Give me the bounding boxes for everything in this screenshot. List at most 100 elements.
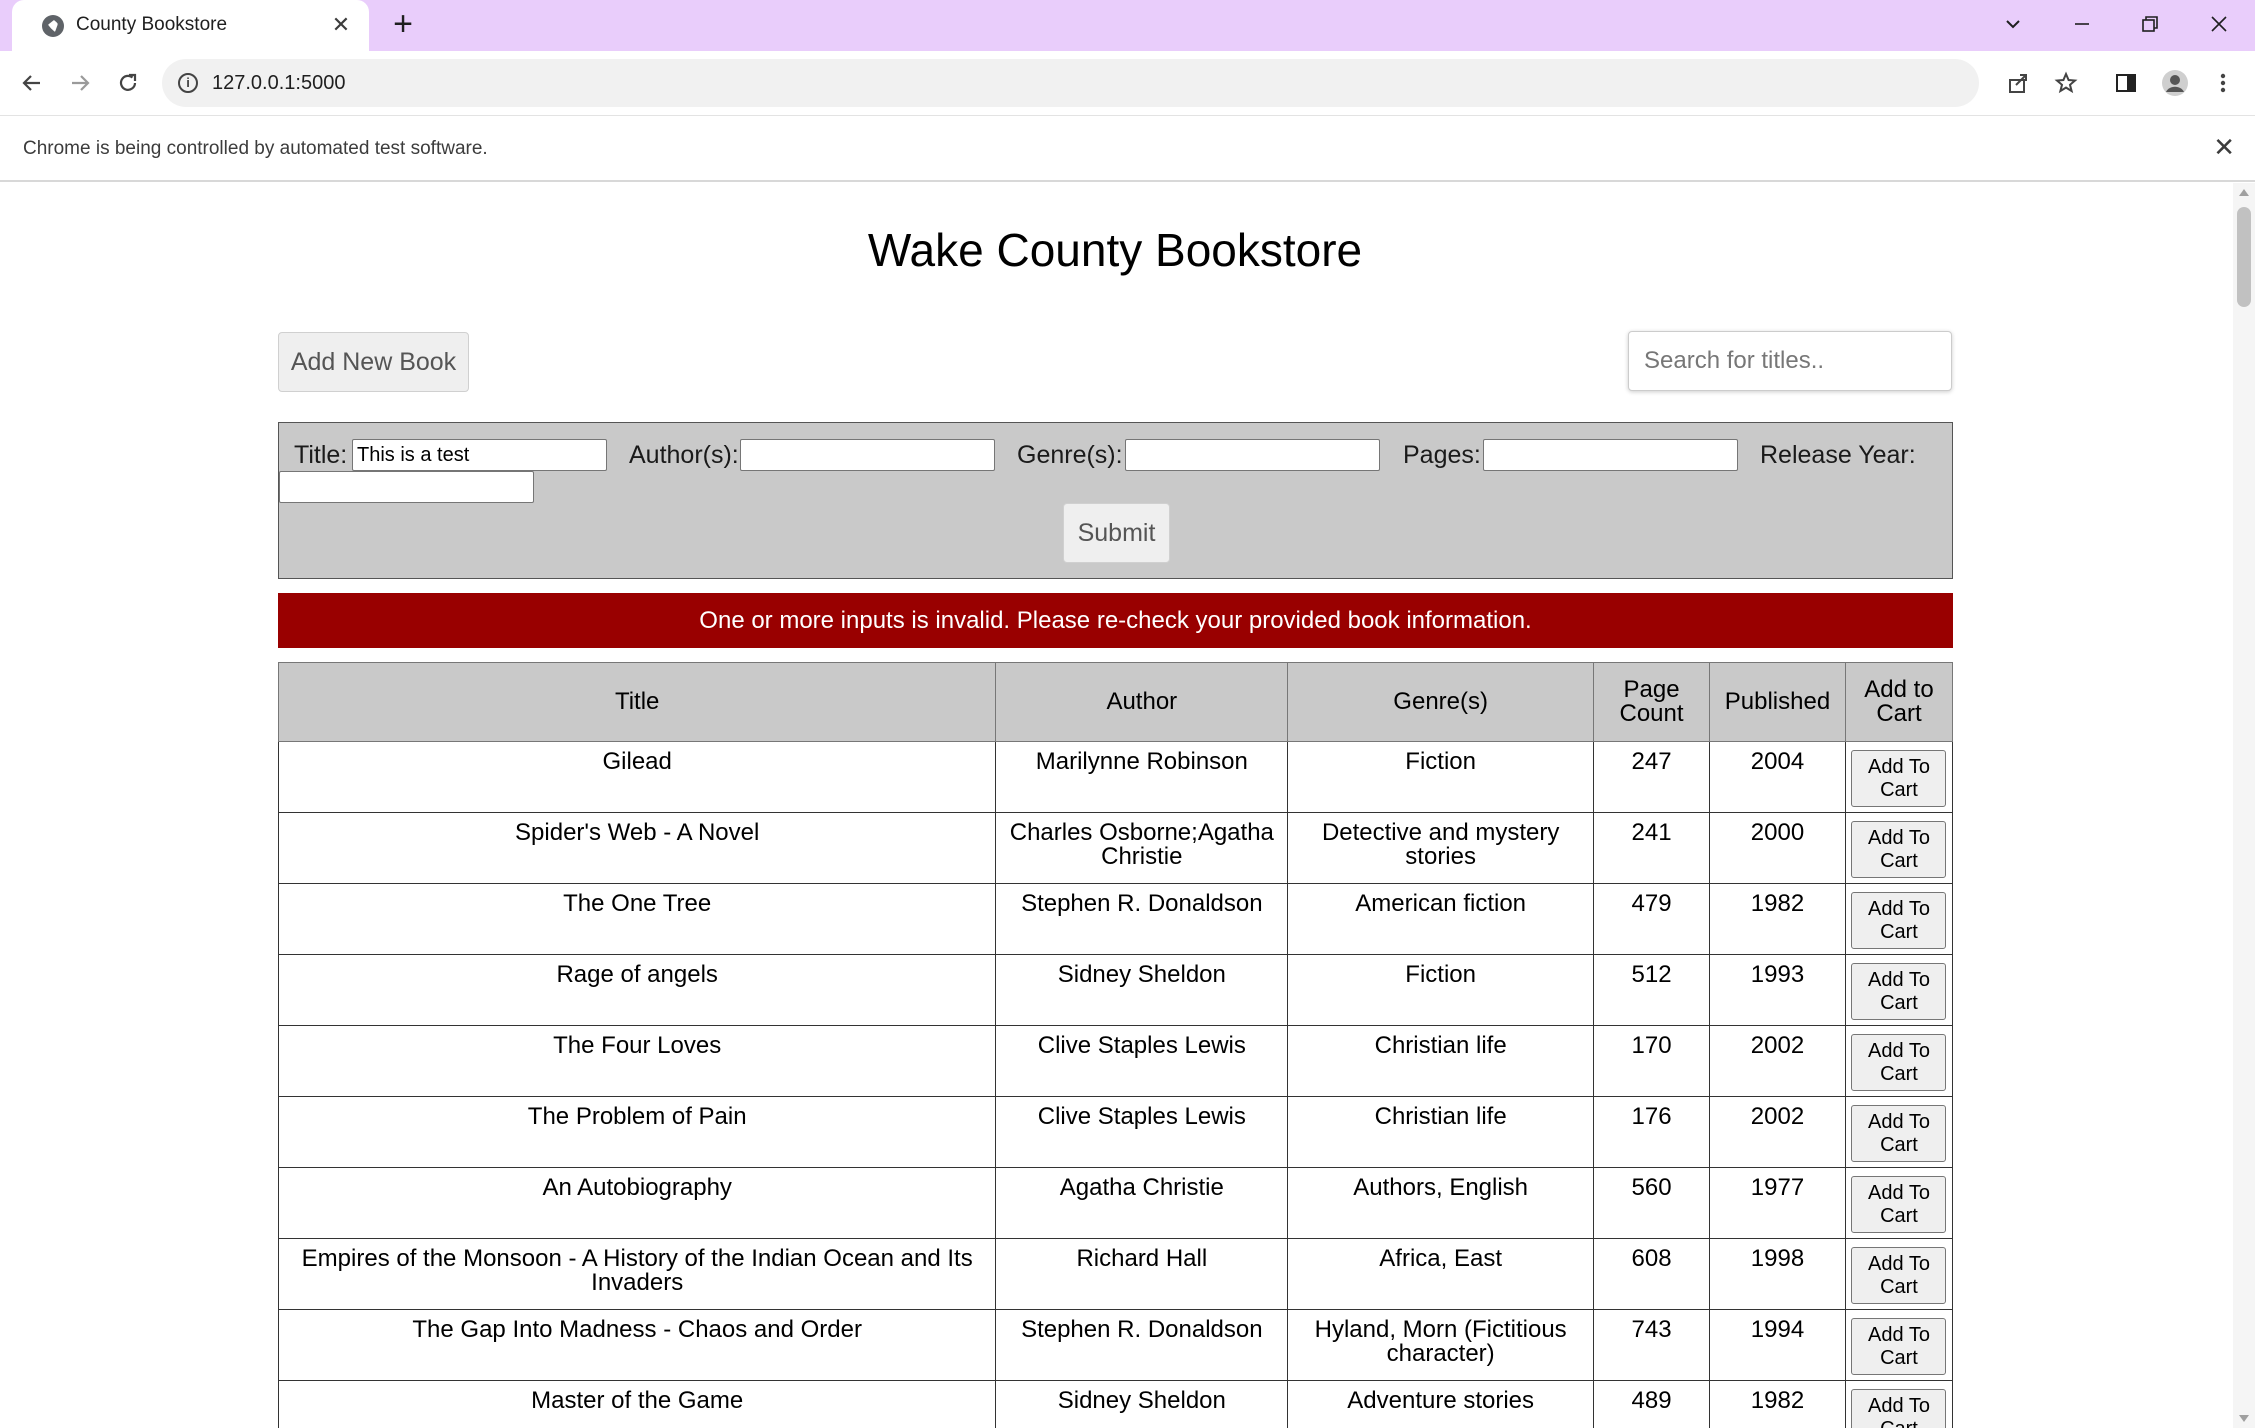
genres-field[interactable] [1125, 439, 1380, 471]
cell-published: 1994 [1709, 1309, 1846, 1381]
restore-icon[interactable] [2128, 4, 2172, 44]
cell-genre: American fiction [1287, 883, 1595, 955]
cell-add-to-cart: Add To Cart [1844, 883, 1954, 955]
automation-infobar: Chrome is being controlled by automated … [0, 115, 2255, 182]
table-row: The One Tree Stephen R. Donaldson American… [277, 883, 1954, 955]
cell-published: 1993 [1709, 954, 1846, 1026]
tab-strip: County Bookstore ✕ + [0, 0, 2255, 51]
forward-icon[interactable] [62, 65, 98, 101]
table-row: The Problem of Pain Clive Staples Lewis Ch… [277, 1096, 1954, 1168]
tab-search-icon[interactable] [1991, 4, 2035, 44]
cell-page-count: 560 [1593, 1167, 1710, 1239]
add-to-cart-button[interactable]: Add To Cart [1851, 1105, 1947, 1162]
cell-author: Clive Staples Lewis [995, 1025, 1289, 1097]
cell-published: 2004 [1709, 741, 1846, 813]
search-input[interactable] [1628, 331, 1952, 391]
side-panel-icon[interactable] [2108, 65, 2144, 101]
add-to-cart-button[interactable]: Add To Cart [1851, 1176, 1947, 1233]
scroll-up-icon[interactable] [2239, 189, 2249, 196]
cell-page-count: 743 [1593, 1309, 1710, 1381]
scrollbar-thumb[interactable] [2237, 207, 2251, 307]
back-icon[interactable] [14, 65, 50, 101]
header-author[interactable]: Author [995, 662, 1289, 742]
header-published[interactable]: Published [1709, 662, 1846, 742]
cell-published: 1982 [1709, 883, 1846, 955]
cell-genre: Adventure stories [1287, 1380, 1595, 1428]
table-header-row: Title Author Genre(s) Page Count Publish… [277, 662, 1954, 742]
add-new-book-button[interactable]: Add New Book [278, 332, 469, 392]
add-to-cart-button[interactable]: Add To Cart [1851, 1318, 1947, 1375]
cell-page-count: 489 [1593, 1380, 1710, 1428]
cell-add-to-cart: Add To Cart [1844, 1309, 1954, 1381]
browser-toolbar: i 127.0.0.1:5000 [0, 51, 2255, 115]
tab-close-icon[interactable]: ✕ [327, 11, 355, 39]
cell-add-to-cart: Add To Cart [1844, 954, 1954, 1026]
close-window-icon[interactable] [2197, 4, 2241, 44]
cell-add-to-cart: Add To Cart [1844, 1380, 1954, 1428]
header-page-count[interactable]: Page Count [1593, 662, 1710, 742]
cell-title: Empires of the Monsoon - A History of th… [277, 1238, 997, 1310]
pages-field[interactable] [1483, 439, 1738, 471]
release-year-label: Release Year: [1760, 441, 1916, 469]
cell-author: Sidney Sheldon [995, 1380, 1289, 1428]
minimize-icon[interactable] [2060, 4, 2104, 44]
cell-published: 2002 [1709, 1025, 1846, 1097]
table-row: Empires of the Monsoon - A History of th… [277, 1238, 1954, 1310]
pages-label: Pages: [1403, 441, 1481, 469]
add-to-cart-button[interactable]: Add To Cart [1851, 1389, 1947, 1428]
cell-title: The Problem of Pain [277, 1096, 997, 1168]
title-field[interactable] [352, 439, 607, 471]
tab-title: County Bookstore [76, 14, 228, 35]
cell-genre: Hyland, Morn (Fictitious character) [1287, 1309, 1595, 1381]
title-label: Title: [294, 441, 348, 469]
table-row: Rage of angels Sidney Sheldon Fiction 512 19… [277, 954, 1954, 1026]
release-year-field[interactable] [279, 471, 534, 503]
table-row: The Four Loves Clive Staples Lewis Christi… [277, 1025, 1954, 1097]
cell-page-count: 479 [1593, 883, 1710, 955]
cell-published: 2002 [1709, 1096, 1846, 1168]
site-info-icon[interactable]: i [178, 73, 198, 93]
cell-title: Spider's Web - A Novel [277, 812, 997, 884]
header-title[interactable]: Title [277, 662, 997, 742]
add-to-cart-button[interactable]: Add To Cart [1851, 892, 1947, 949]
cell-add-to-cart: Add To Cart [1844, 741, 1954, 813]
cell-title: The Gap Into Madness - Chaos and Order [277, 1309, 997, 1381]
cell-published: 1977 [1709, 1167, 1846, 1239]
cell-title: Rage of angels [277, 954, 997, 1026]
reload-icon[interactable] [110, 65, 146, 101]
share-icon[interactable] [2000, 65, 2036, 101]
add-to-cart-button[interactable]: Add To Cart [1851, 821, 1947, 878]
scroll-down-icon[interactable] [2239, 1415, 2249, 1422]
address-bar[interactable]: i 127.0.0.1:5000 [162, 59, 1979, 107]
cell-page-count: 176 [1593, 1096, 1710, 1168]
add-to-cart-button[interactable]: Add To Cart [1851, 1034, 1947, 1091]
cell-add-to-cart: Add To Cart [1844, 1167, 1954, 1239]
books-table: Title Author Genre(s) Page Count Publish… [277, 662, 1954, 1428]
cell-author: Stephen R. Donaldson [995, 883, 1289, 955]
add-to-cart-button[interactable]: Add To Cart [1851, 750, 1947, 807]
profile-avatar-icon[interactable] [2157, 65, 2193, 101]
cell-author: Clive Staples Lewis [995, 1096, 1289, 1168]
cell-page-count: 241 [1593, 812, 1710, 884]
cell-page-count: 170 [1593, 1025, 1710, 1097]
submit-button[interactable]: Submit [1063, 503, 1170, 563]
authors-field[interactable] [740, 439, 995, 471]
cell-add-to-cart: Add To Cart [1844, 1096, 1954, 1168]
cell-author: Charles Osborne;Agatha Christie [995, 812, 1289, 884]
error-banner: One or more inputs is invalid. Please re… [278, 593, 1953, 648]
cell-author: Marilynne Robinson [995, 741, 1289, 813]
header-add-to-cart: Add to Cart [1844, 662, 1954, 742]
cell-published: 1998 [1709, 1238, 1846, 1310]
add-to-cart-button[interactable]: Add To Cart [1851, 963, 1947, 1020]
vertical-scrollbar[interactable] [2233, 183, 2255, 1428]
menu-kebab-icon[interactable] [2205, 65, 2241, 101]
cell-title: The One Tree [277, 883, 997, 955]
cell-add-to-cart: Add To Cart [1844, 1025, 1954, 1097]
browser-tab[interactable]: County Bookstore ✕ [12, 0, 369, 51]
header-genres[interactable]: Genre(s) [1287, 662, 1595, 742]
table-row: Gilead Marilynne Robinson Fiction 247 2004 Ad… [277, 741, 1954, 813]
infobar-close-icon[interactable]: ✕ [2213, 132, 2235, 163]
add-to-cart-button[interactable]: Add To Cart [1851, 1247, 1947, 1304]
bookmark-star-icon[interactable] [2048, 65, 2084, 101]
new-tab-button[interactable]: + [386, 7, 420, 42]
